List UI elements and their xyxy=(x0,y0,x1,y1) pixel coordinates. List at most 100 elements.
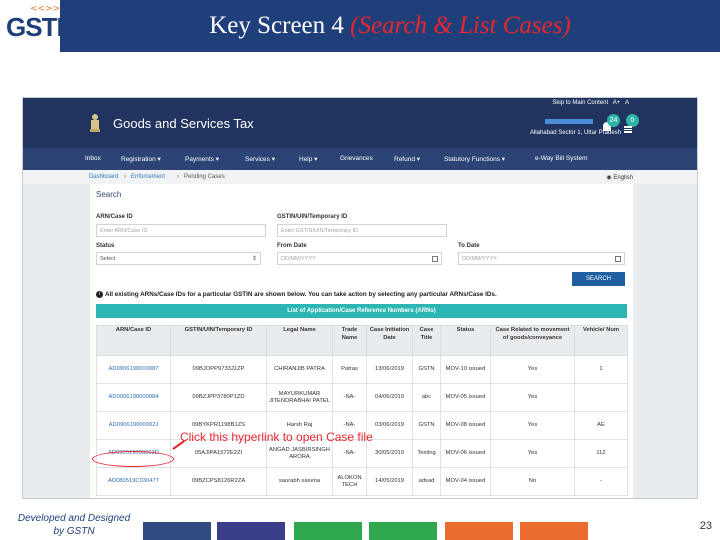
from-date-input[interactable]: DD/MM/YYYY xyxy=(277,252,442,265)
status-label: Status xyxy=(96,243,115,249)
select-caret-icon: ⇕ xyxy=(251,256,257,262)
table-cell: 04/06/2019 xyxy=(366,383,413,412)
user-profile-link[interactable] xyxy=(545,119,593,124)
table-cell: MOV-04 issued xyxy=(440,467,491,496)
column-header[interactable]: Status xyxy=(440,325,491,356)
table-cell: CHIRANJIB PATRA xyxy=(266,355,333,384)
nav-statutory-functions[interactable]: Statutory Functions ▾ xyxy=(444,155,505,163)
table-row: AD080519C030477 09BZCPS8126R2ZA saurabh … xyxy=(96,467,628,496)
column-header[interactable]: Vehicle/ Num xyxy=(574,325,628,356)
language-selector[interactable]: ◉ English xyxy=(606,174,633,181)
table-cell: GSTN xyxy=(412,411,441,440)
table-cell: No xyxy=(490,467,575,496)
table-cell: Yes xyxy=(490,439,575,468)
page-number: 23 xyxy=(699,520,712,532)
arn-input[interactable]: Enter ARN/Case ID xyxy=(96,224,266,237)
table-cell: 09BZJPP3780P1ZD xyxy=(170,383,267,412)
arn-case-link[interactable]: AD090619000002J xyxy=(96,411,171,440)
table-cell: adsad xyxy=(412,467,441,496)
table-cell: MOV-05 issued xyxy=(440,383,491,412)
footer-bar xyxy=(445,522,513,540)
arn-case-link[interactable]: AD080519C030477 xyxy=(96,467,171,496)
search-heading: Search xyxy=(96,190,122,199)
nav-payments[interactable]: Payments ▾ xyxy=(185,155,219,163)
table-header-row: ARN/Case ID GSTIN/UIN/Temporary ID Legal… xyxy=(96,325,628,356)
table-row: AD0906190000084 09BZJPP3780P1ZD MAYURKUM… xyxy=(96,383,628,412)
accessibility-bar: Skip to Main Content A+ A xyxy=(552,100,629,106)
status-select[interactable]: Select ⇕ xyxy=(96,252,261,265)
portal-name[interactable]: Goods and Services Tax xyxy=(113,116,254,131)
table-cell: 14/05/2019 xyxy=(366,467,413,496)
cases-table: ARN/Case ID GSTIN/UIN/Temporary ID Legal… xyxy=(96,325,628,496)
column-header[interactable]: Case Title xyxy=(412,325,441,356)
nav-eway-bill[interactable]: e-Way Bill System xyxy=(535,155,588,162)
main-nav: Inbox Registration ▾ Payments ▾ Services… xyxy=(23,148,697,170)
nav-help[interactable]: Help ▾ xyxy=(299,155,317,163)
status-select-value: Select xyxy=(100,256,116,262)
table-cell: AE xyxy=(574,411,628,440)
arn-case-link[interactable]: AD0906190000084 xyxy=(96,383,171,412)
table-cell: Yes xyxy=(490,383,575,412)
menu-icon[interactable] xyxy=(624,126,632,133)
search-button[interactable]: SEARCH xyxy=(572,272,625,286)
slide-title: Key Screen 4 xyxy=(209,12,351,39)
table-cell: Patras xyxy=(332,355,367,384)
nav-inbox[interactable]: Inbox xyxy=(85,155,101,162)
footer-bar xyxy=(217,522,285,540)
table-cell: 112 xyxy=(574,439,628,468)
footer-bar xyxy=(520,522,588,540)
table-cell: saurabh saxena xyxy=(266,467,333,496)
breadcrumb: Dashboard › Enforcement › Pending Cases … xyxy=(23,170,697,184)
nav-registration[interactable]: Registration ▾ xyxy=(121,155,161,163)
arn-case-link[interactable]: AD0906190000087 xyxy=(96,355,171,384)
skip-to-main-link[interactable]: Skip to Main Content xyxy=(552,100,608,106)
column-header[interactable]: GSTIN/UIN/Temporary ID xyxy=(170,325,267,356)
table-cell: 13/06/2019 xyxy=(366,355,413,384)
table-cell: GSTN xyxy=(412,355,441,384)
calendar-icon[interactable] xyxy=(615,256,621,262)
column-header[interactable]: Case Initiation Date xyxy=(366,325,413,356)
notification-count-badge[interactable]: 24 xyxy=(607,114,620,127)
to-date-placeholder: DD/MM/YYYY xyxy=(462,256,497,262)
table-cell: MAYURKUMAR JITENDRABHAI PATEL xyxy=(266,383,333,412)
gstin-label: GSTIN/UIN/Temporary ID xyxy=(277,214,348,220)
user-location: Allahabad Sector 1, Uttar Pradesh xyxy=(529,130,621,136)
language-label: English xyxy=(613,175,633,181)
from-date-label: From Date xyxy=(277,243,307,249)
footer-bar xyxy=(294,522,362,540)
info-icon: i xyxy=(96,291,103,298)
font-reset-button[interactable]: A xyxy=(625,100,629,106)
calendar-icon[interactable] xyxy=(432,256,438,262)
emblem-icon xyxy=(90,114,100,132)
nav-services[interactable]: Services ▾ xyxy=(245,155,275,163)
info-message: All existing ARNs/Case IDs for a particu… xyxy=(105,291,497,298)
table-cell: 09BZCPS8126R2ZA xyxy=(170,467,267,496)
slide-subtitle: (Search & List Cases) xyxy=(350,12,571,39)
table-cell: Yes xyxy=(490,355,575,384)
highlight-ellipse xyxy=(92,451,174,467)
breadcrumb-current: Pending Cases xyxy=(184,174,225,180)
breadcrumb-dashboard[interactable]: Dashboard xyxy=(89,174,118,180)
to-date-input[interactable]: DD/MM/YYYY xyxy=(458,252,625,265)
column-header[interactable]: Trade Name xyxy=(332,325,367,356)
callout-text: Click this hyperlink to open Case file xyxy=(180,430,373,444)
table-cell: -NA- xyxy=(332,383,367,412)
breadcrumb-enforcement[interactable]: Enforcement xyxy=(131,174,165,180)
table-cell: ALOKON TECH xyxy=(332,467,367,496)
column-header[interactable]: Case Related to movement of goods/convey… xyxy=(490,325,575,356)
footer-bar xyxy=(369,522,437,540)
font-increase-button[interactable]: A+ xyxy=(613,100,621,106)
gstin-input[interactable]: Enter GSTIN/UIN/Temporary ID xyxy=(277,224,447,237)
to-date-label: To Date xyxy=(458,243,480,249)
nav-refund[interactable]: Refund ▾ xyxy=(394,155,420,163)
portal-header: Skip to Main Content A+ A Goods and Serv… xyxy=(23,98,697,148)
table-cell: 30/05/2019 xyxy=(366,439,413,468)
nav-grievances[interactable]: Grievances xyxy=(340,155,373,162)
column-header[interactable]: ARN/Case ID xyxy=(96,325,171,356)
table-cell: 1 xyxy=(574,355,628,384)
column-header[interactable]: Legal Name xyxy=(266,325,333,356)
table-row: AD0906190000087 09BJOPP9733J1ZP CHIRANJI… xyxy=(96,355,628,384)
footer-credit-line2: by GSTN xyxy=(53,526,95,537)
table-cell xyxy=(574,383,628,412)
table-cell: 09BJOPP9733J1ZP xyxy=(170,355,267,384)
